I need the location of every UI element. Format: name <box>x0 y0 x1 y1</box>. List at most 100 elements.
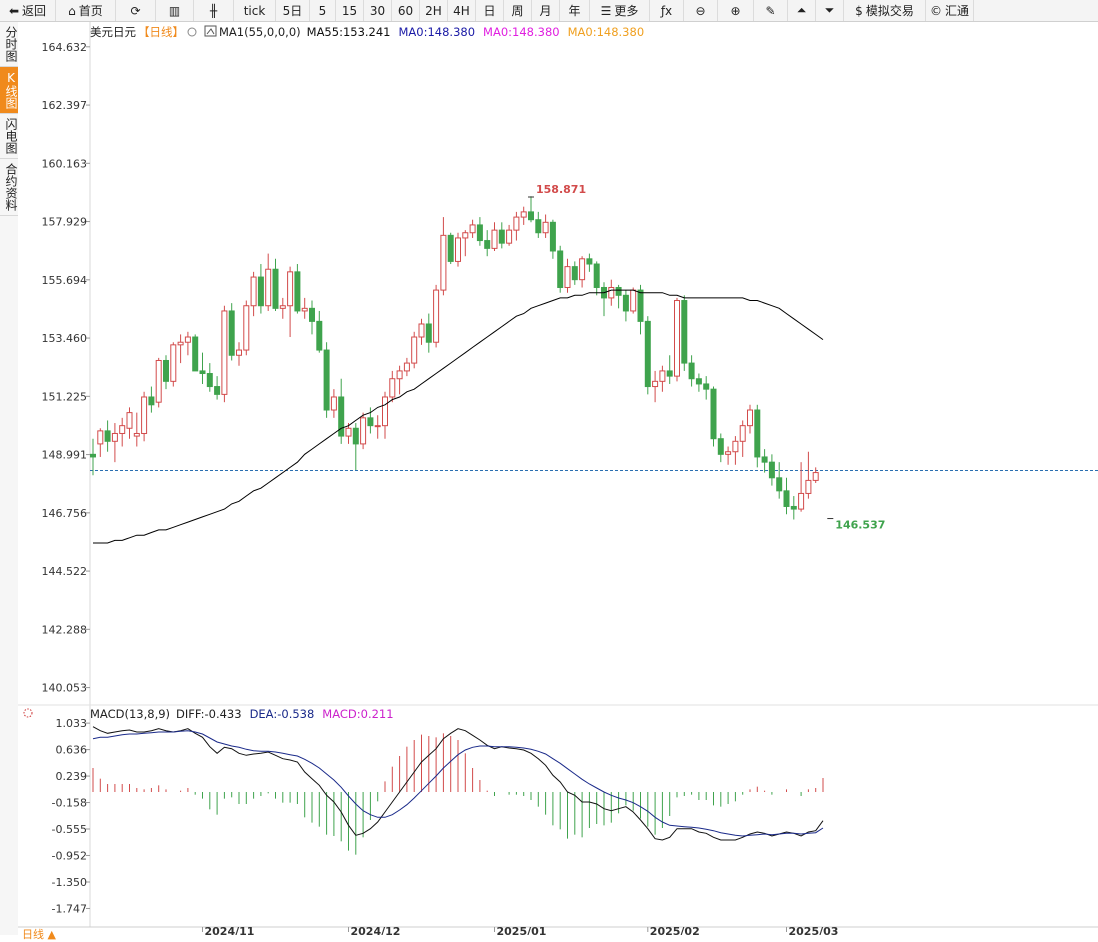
candle-body <box>155 359 162 403</box>
toolbar-fx-button[interactable]: ƒx <box>650 0 684 21</box>
price-tick-label: 160.163 <box>42 157 88 170</box>
legend-ma-settings: MA1(55,0,0,0) <box>219 25 301 39</box>
toolbar-label: 30 <box>369 3 386 18</box>
toolbar-2h-button[interactable]: 2H <box>420 0 448 21</box>
toolbar-week-button[interactable]: 周 <box>504 0 532 21</box>
toolbar-home-button[interactable]: ⌂ 首页 <box>56 0 116 21</box>
price-tick-label: 164.632 <box>42 41 88 54</box>
candle-body <box>812 472 819 481</box>
candle-body <box>732 440 739 453</box>
toolbar-draw-button[interactable]: ✎ <box>754 0 788 21</box>
price-tick-label: 144.522 <box>42 565 88 578</box>
toolbar-label: 模拟交易 <box>865 4 914 18</box>
price-tick-label: 157.929 <box>42 216 88 229</box>
refresh-icon: ⟳ <box>130 3 141 18</box>
legend-row: MA1(55,0,0,0) MA55:153.241 MA0:148.380 MA0:… <box>219 25 644 39</box>
candle-body <box>535 219 542 234</box>
candle-bars-icon: ▥ <box>168 3 181 18</box>
candle-body <box>586 258 593 265</box>
side-tab-1[interactable]: K线图 <box>0 67 18 114</box>
candle-body <box>111 432 118 442</box>
toolbar-more-button[interactable]: ☰ 更多 <box>590 0 650 21</box>
price-tick-label: 155.694 <box>42 274 88 287</box>
legend-ma0-c: MA0:148.380 <box>568 25 645 39</box>
legend-ma0-a: MA0:148.380 <box>399 25 476 39</box>
toolbar-month-button[interactable]: 月 <box>532 0 560 21</box>
candle-body <box>666 370 673 377</box>
copyright-icon: © <box>930 3 942 18</box>
macd-tick-label: -0.555 <box>52 823 87 836</box>
macd-tick-label: -1.350 <box>52 876 87 889</box>
time-tick-label: 2025/02 <box>650 925 700 935</box>
toolbar-kline-type-button[interactable]: ▥ <box>156 0 194 21</box>
legend-dea: DEA:-0.538 <box>250 707 315 721</box>
toolbar-down-tri-button[interactable]: ⏷ <box>816 0 844 21</box>
candle-body <box>476 224 483 242</box>
side-tab-0[interactable]: 分时图 <box>0 22 18 67</box>
toolbar-zoom-out-button[interactable]: ⊖ <box>684 0 718 21</box>
toolbar-label: 5日 <box>282 4 303 18</box>
period-tab[interactable]: 日线 ▲ <box>22 926 56 942</box>
toolbar-year-button[interactable]: 年 <box>560 0 590 21</box>
toolbar-30m-button[interactable]: 30 <box>364 0 392 21</box>
candle-body <box>622 294 629 312</box>
candle-body <box>455 237 461 262</box>
candle-body <box>790 505 797 510</box>
candle-body <box>221 310 228 395</box>
candle-body <box>768 461 775 479</box>
toolbar-up-tri-button[interactable]: ⏶ <box>788 0 816 21</box>
toolbar-zoom-in-button[interactable]: ⊕ <box>718 0 754 21</box>
toolbar-5m-button[interactable]: 5 <box>310 0 336 21</box>
candle-body <box>330 396 337 411</box>
toolbar-5d-button[interactable]: 5日 <box>276 0 310 21</box>
side-tabs: 分时图 K线图 闪电图 合约资料 <box>0 22 19 935</box>
toolbar-fx-rate-button[interactable]: © 汇通 <box>926 0 974 21</box>
candle-body <box>776 477 783 492</box>
toolbar-refresh-button[interactable]: ⟳ <box>116 0 156 21</box>
price-tick-label: 140.053 <box>42 682 88 695</box>
candle-body <box>90 453 96 458</box>
side-tab-2[interactable]: 闪电图 <box>0 114 18 159</box>
toolbar-tick-button[interactable]: tick <box>234 0 276 21</box>
low-price-label: 146.537 <box>835 519 885 532</box>
candle-body <box>520 211 527 218</box>
toolbar-back-button[interactable]: ⬅ 返回 <box>0 0 56 21</box>
toolbar-4h-button[interactable]: 4H <box>448 0 476 21</box>
dollar-icon: $ <box>855 3 863 18</box>
candle-body <box>141 396 148 434</box>
high-price-label: 158.871 <box>536 183 586 196</box>
toolbar-15m-button[interactable]: 15 <box>336 0 364 21</box>
toolbar-label: 5 <box>318 3 327 18</box>
toolbar-label: 60 <box>397 3 414 18</box>
chart-canvas: 164.632 162.397 160.163 157.929 155.694 153.4… <box>18 22 1098 935</box>
toolbar-kline-style-button[interactable]: ╫ <box>194 0 234 21</box>
candle-body <box>571 266 578 281</box>
candle-body <box>345 427 352 437</box>
price-tick-label: 148.991 <box>42 449 88 462</box>
home-icon: ⌂ <box>68 3 76 18</box>
toolbar-60m-button[interactable]: 60 <box>392 0 420 21</box>
candle-body <box>323 349 330 411</box>
candle-body <box>206 373 213 388</box>
toolbar-day-button[interactable]: 日 <box>476 0 504 21</box>
candle-body <box>805 479 812 494</box>
time-tick-label: 2024/12 <box>351 925 401 935</box>
side-tab-3[interactable]: 合约资料 <box>0 159 18 216</box>
candle-body <box>644 320 651 388</box>
candle-body <box>469 224 476 234</box>
candle-body <box>163 359 169 382</box>
toolbar-sim-trade-button[interactable]: $ 模拟交易 <box>844 0 926 21</box>
macd-tick-label: 1.033 <box>56 717 88 730</box>
candle-icon: ╫ <box>209 3 218 18</box>
toolbar-label: 汇通 <box>945 4 970 18</box>
candle-body <box>184 336 191 343</box>
candle-body <box>243 305 250 351</box>
candle-body <box>425 323 432 343</box>
toolbar-label: 2H <box>425 3 442 18</box>
toolbar-label: 4H <box>453 3 470 18</box>
candle-body <box>257 276 264 307</box>
candle-body <box>513 216 520 231</box>
pencil-icon: ✎ <box>765 3 776 18</box>
triangle-up-icon: ⏶ <box>796 3 807 17</box>
legend-macd-settings: MACD(13,8,9) <box>90 707 170 721</box>
